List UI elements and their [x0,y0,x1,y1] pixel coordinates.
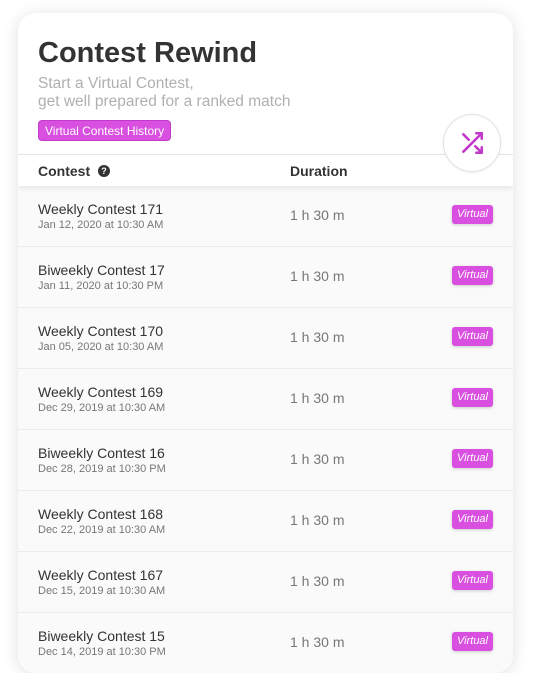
contest-name[interactable]: Weekly Contest 167 [38,567,163,583]
contest-name[interactable]: Weekly Contest 170 [38,323,163,339]
contest-list: Weekly Contest 171 Jan 12, 2020 at 10:30… [18,186,513,673]
contest-date: Dec 14, 2019 at 10:30 PM [38,646,166,658]
contest-rewind-card: Contest Rewind Start a Virtual Contest, … [18,13,513,673]
column-header-duration: Duration [290,163,348,179]
virtual-button[interactable]: Virtual [452,571,493,590]
virtual-button[interactable]: Virtual [452,449,493,468]
contest-date: Jan 05, 2020 at 10:30 AM [38,341,164,353]
subtitle-line-1: Start a Virtual Contest, [38,75,194,92]
shuffle-button[interactable] [443,114,501,172]
table-row[interactable]: Weekly Contest 167 Dec 15, 2019 at 10:30… [18,552,513,613]
contest-duration: 1 h 30 m [290,634,345,650]
page-title: Contest Rewind [38,37,258,69]
table-row[interactable]: Biweekly Contest 17 Jan 11, 2020 at 10:3… [18,247,513,308]
contest-date: Dec 29, 2019 at 10:30 AM [38,402,166,414]
question-circle-icon[interactable]: ? [98,165,110,177]
table-row[interactable]: Weekly Contest 171 Jan 12, 2020 at 10:30… [18,186,513,247]
shuffle-icon [462,131,484,155]
contest-duration: 1 h 30 m [290,207,345,223]
subtitle-line-2: get well prepared for a ranked match [38,93,291,110]
contest-name[interactable]: Biweekly Contest 16 [38,445,165,461]
table-row[interactable]: Biweekly Contest 15 Dec 14, 2019 at 10:3… [18,613,513,673]
contest-name[interactable]: Weekly Contest 171 [38,201,163,217]
table-row[interactable]: Biweekly Contest 16 Dec 28, 2019 at 10:3… [18,430,513,491]
contest-duration: 1 h 30 m [290,573,345,589]
virtual-button[interactable]: Virtual [452,266,493,285]
contest-name[interactable]: Biweekly Contest 15 [38,628,165,644]
virtual-button[interactable]: Virtual [452,632,493,651]
virtual-contest-history-button[interactable]: Virtual Contest History [38,120,172,141]
contest-duration: 1 h 30 m [290,512,345,528]
virtual-button[interactable]: Virtual [452,327,493,346]
contest-date: Dec 22, 2019 at 10:30 AM [38,524,166,536]
page-subtitle: Start a Virtual Contest, get well prepar… [38,75,290,111]
contest-name[interactable]: Weekly Contest 168 [38,506,163,522]
card-header: Contest Rewind Start a Virtual Contest, … [18,13,513,154]
table-header: Contest ? Duration [18,154,513,186]
contest-date: Dec 15, 2019 at 10:30 AM [38,585,166,597]
table-row[interactable]: Weekly Contest 170 Jan 05, 2020 at 10:30… [18,308,513,369]
contest-duration: 1 h 30 m [290,390,345,406]
virtual-button[interactable]: Virtual [452,205,493,224]
contest-date: Jan 12, 2020 at 10:30 AM [38,219,164,231]
contest-duration: 1 h 30 m [290,268,345,284]
virtual-button[interactable]: Virtual [452,510,493,529]
contest-date: Jan 11, 2020 at 10:30 PM [38,280,164,292]
contest-duration: 1 h 30 m [290,329,345,345]
contest-date: Dec 28, 2019 at 10:30 PM [38,463,166,475]
contest-name[interactable]: Weekly Contest 169 [38,384,163,400]
table-row[interactable]: Weekly Contest 169 Dec 29, 2019 at 10:30… [18,369,513,430]
table-row[interactable]: Weekly Contest 168 Dec 22, 2019 at 10:30… [18,491,513,552]
contest-duration: 1 h 30 m [290,451,345,467]
column-header-contest: Contest [38,163,91,179]
virtual-button[interactable]: Virtual [452,388,493,407]
contest-name[interactable]: Biweekly Contest 17 [38,262,165,278]
